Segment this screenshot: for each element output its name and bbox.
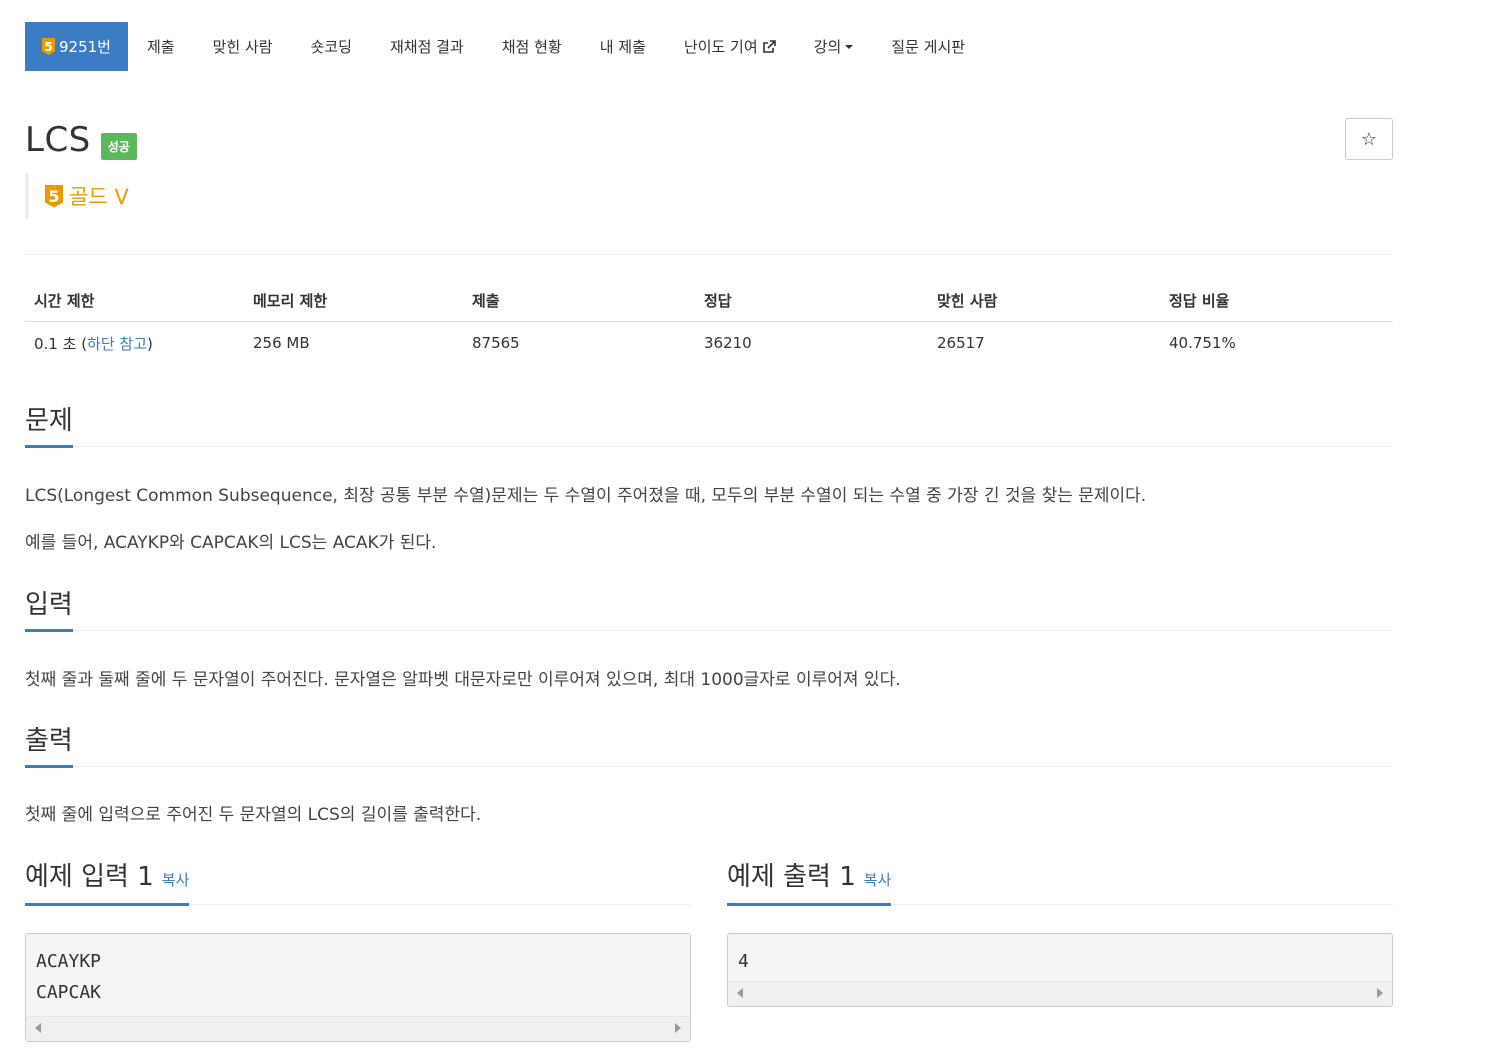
nav-difficulty-label: 난이도 기여 [683,38,758,56]
sample-input-line: ACAYKP [36,951,102,972]
col-memory-limit: 메모리 제한 [244,276,463,322]
nav-my-submissions[interactable]: 내 제출 [581,22,665,71]
problem-number-label: 9251번 [59,38,111,56]
nav-short-coding[interactable]: 숏코딩 [292,22,371,71]
col-solved-users: 맞힌 사람 [928,276,1160,322]
nav-problem-number[interactable]: 5 9251번 [25,22,128,71]
problem-nav: 5 9251번 제출 맞힌 사람 숏코딩 재채점 결과 채점 현황 내 제출 난… [25,22,984,71]
ratio-value: 40.751% [1169,334,1236,352]
sample-input-title-text: 예제 입력 1 [25,862,154,892]
sample-input-line: CAPCAK [36,982,102,1003]
problem-info-table: 시간 제한 메모리 제한 제출 정답 맞힌 사람 정답 비율 0.1 초 (하단… [25,276,1393,364]
problem-section-title: 문제 [25,400,73,448]
horizontal-scrollbar[interactable] [728,981,1392,1006]
sample-output-box[interactable]: 4 [727,933,1393,1007]
sample-output-header: 예제 출력 1 복사 [727,856,1393,906]
nav-qna-board[interactable]: 질문 게시판 [872,22,984,71]
output-section-header: 출력 [25,720,1393,768]
problem-section-header: 문제 [25,400,1393,448]
submissions-value: 87565 [472,334,520,352]
nav-solved-users[interactable]: 맞힌 사람 [194,22,292,71]
sample-input-box[interactable]: ACAYKP CAPCAK [25,933,691,1042]
horizontal-scrollbar[interactable] [26,1016,690,1041]
input-section-header: 입력 [25,584,1393,632]
scroll-left-icon[interactable] [35,1023,41,1033]
table-row: 0.1 초 (하단 참고) 256 MB 87565 36210 26517 4… [25,322,1393,365]
tier-label: 골드 V [69,185,129,209]
table-header-row: 시간 제한 메모리 제한 제출 정답 맞힌 사람 정답 비율 [25,276,1393,322]
sample-output-title: 예제 출력 1 복사 [727,856,892,906]
scroll-left-icon[interactable] [737,988,743,998]
caret-down-icon [845,44,854,49]
sample-output-title-text: 예제 출력 1 [727,862,856,892]
scroll-right-icon[interactable] [1377,988,1383,998]
col-time-limit: 시간 제한 [25,276,244,322]
status-badge: 성공 [100,132,137,160]
solved-users-value: 26517 [937,334,985,352]
accepted-value: 36210 [704,334,752,352]
output-section-title: 출력 [25,720,73,768]
output-description: 첫째 줄에 입력으로 주어진 두 문자열의 LCS의 길이를 출력한다. [25,805,482,825]
memory-limit-value: 256 MB [253,334,310,352]
page-title: LCS [25,120,91,160]
sample-output-line: 4 [738,951,749,972]
col-submissions: 제출 [463,276,695,322]
sample-input-header: 예제 입력 1 복사 [25,856,691,906]
tier-icon: 5 [45,184,63,208]
nav-judge-status[interactable]: 채점 현황 [483,22,581,71]
nav-lectures[interactable]: 강의 [795,22,873,71]
favorite-star-button[interactable]: ☆ [1345,118,1393,160]
tier-icon: 5 [42,38,55,55]
title-row: LCS 성공 [25,120,137,160]
time-limit-cell: 0.1 초 (하단 참고) [25,322,244,365]
input-description: 첫째 줄과 둘째 줄에 두 문자열이 주어진다. 문자열은 알파벳 대문자로만 … [25,670,901,690]
time-limit-suffix: ) [147,334,153,353]
nav-rejudge-results[interactable]: 재채점 결과 [371,22,483,71]
col-accepted: 정답 [695,276,928,322]
divider [25,254,1393,255]
scroll-right-icon[interactable] [675,1023,681,1033]
external-link-icon [762,39,776,53]
time-limit-value: 0.1 초 ( [34,334,88,353]
col-ratio: 정답 비율 [1160,276,1393,322]
nav-lectures-label: 강의 [813,38,842,56]
copy-sample-input-button[interactable]: 복사 [162,871,190,889]
problem-description: LCS(Longest Common Subsequence, 최장 공통 부분… [25,486,1147,506]
problem-level: 5 골드 V [25,174,129,218]
problem-example-text: 예를 들어, ACAYKP와 CAPCAK의 LCS는 ACAK가 된다. [25,533,437,553]
copy-sample-output-button[interactable]: 복사 [864,871,892,889]
time-limit-note-link[interactable]: 하단 참고 [87,335,147,353]
input-section-title: 입력 [25,584,73,632]
nav-submit[interactable]: 제출 [128,22,194,71]
sample-input-title: 예제 입력 1 복사 [25,856,190,906]
nav-difficulty-contribution[interactable]: 난이도 기여 [665,22,795,71]
